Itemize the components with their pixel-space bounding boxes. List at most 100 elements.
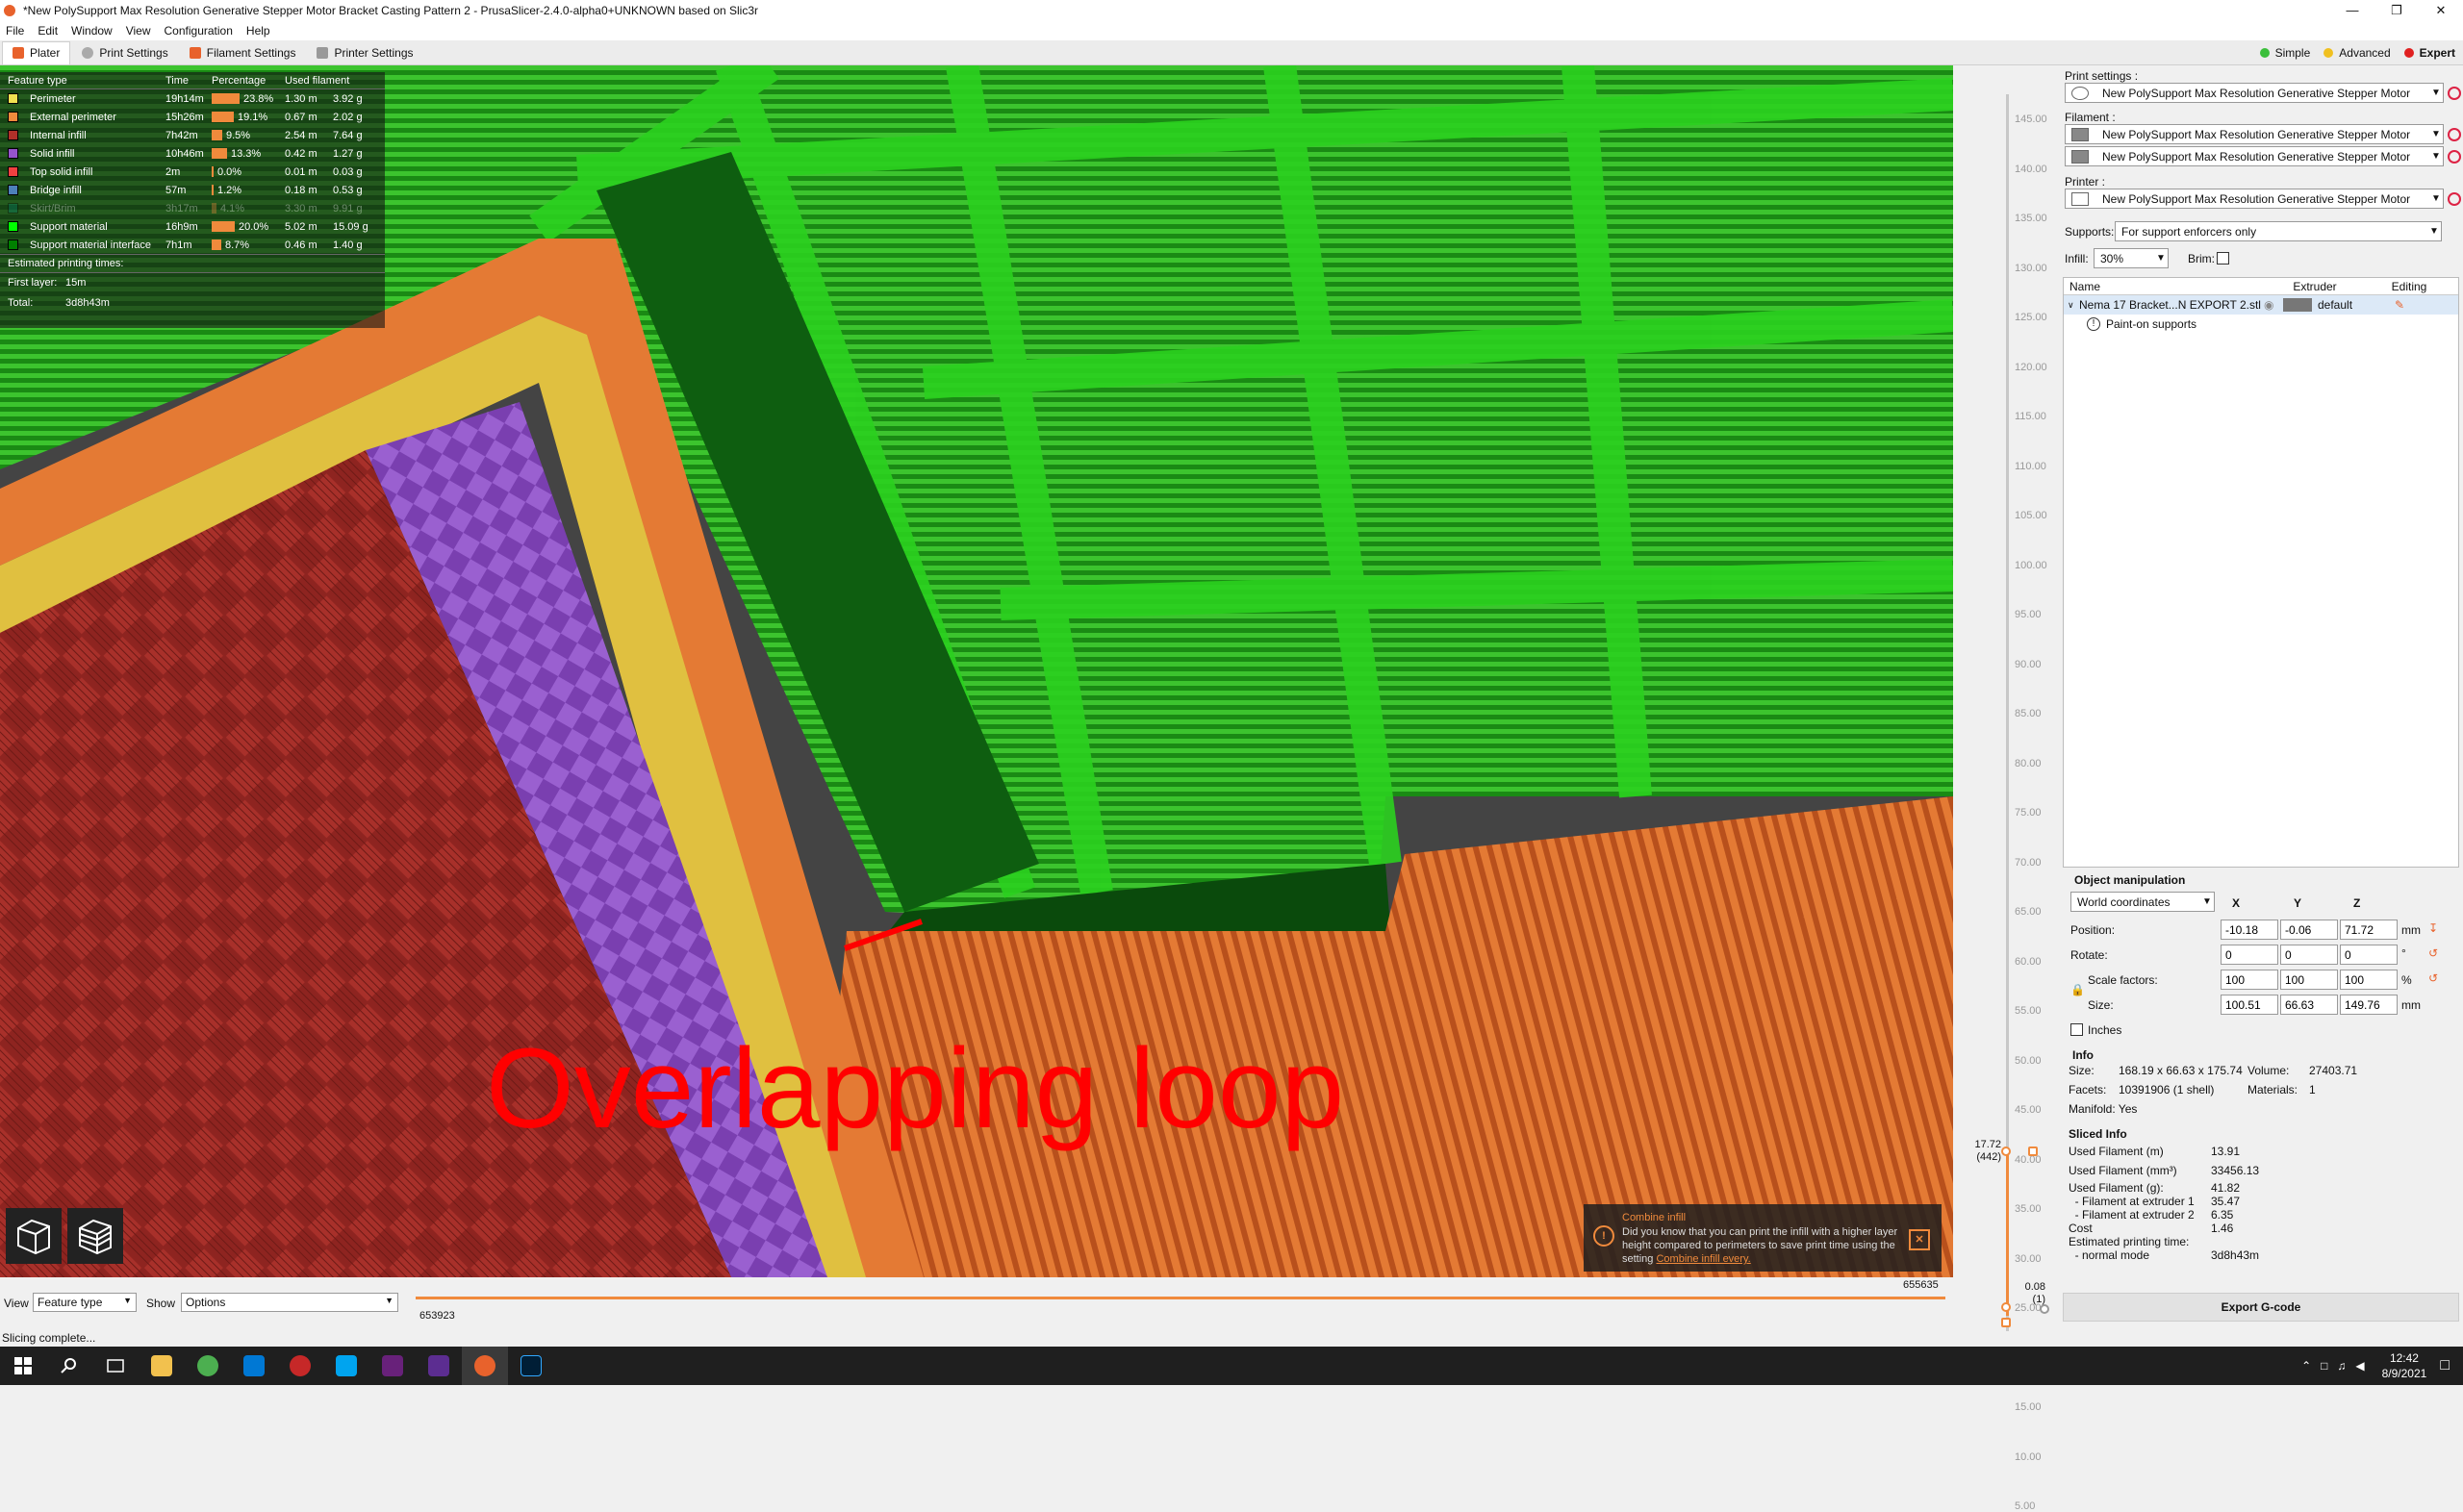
close-icon[interactable]: ✕ [2419,3,2463,18]
add-color-change-icon[interactable] [2028,1147,2038,1156]
layers-view-icon[interactable] [67,1208,123,1264]
coordinates-combo[interactable]: World coordinates ▼ [2070,892,2215,912]
minimize-icon[interactable]: — [2330,3,2374,18]
printer-combo[interactable]: New PolySupport Max Resolution Generativ… [2065,189,2444,209]
view-type-value: Feature type [38,1296,103,1309]
object-extruder[interactable]: default [2318,298,2395,312]
legend-percentage-bar [212,166,214,177]
menu-window[interactable]: Window [71,24,113,38]
position-x-input[interactable] [2221,920,2278,940]
rotate-y-input[interactable] [2280,945,2338,965]
legend-row[interactable]: Bridge infill 57m 1.2% 0.18 m 0.53 g [0,181,385,199]
rotate-z-input[interactable] [2340,945,2398,965]
legend-row[interactable]: Skirt/Brim 3h17m 4.1% 3.30 m 9.91 g [0,199,385,217]
moves-slider-rail [416,1297,1945,1299]
task-view-icon[interactable] [92,1347,139,1385]
system-tray: ⌃ □ ♫ ◀ 12:42 8/9/2021 □ [2301,1350,2463,1381]
drop-to-bed-icon[interactable]: ↧ [2428,921,2438,935]
inches-checkbox[interactable] [2070,1023,2083,1036]
app-purple-icon[interactable] [416,1347,462,1385]
brim-checkbox[interactable] [2217,252,2229,265]
reset-rotation-icon[interactable]: ↺ [2428,946,2438,960]
start-button[interactable] [0,1347,46,1385]
legend-row[interactable]: Perimeter 19h14m 23.8% 1.30 m 3.92 g [0,89,385,108]
legend-length: 0.18 m [285,184,317,196]
edit-printer-icon[interactable] [2448,192,2461,206]
mode-advanced[interactable]: Advanced [2323,46,2391,60]
legend-row[interactable]: Support material interface 7h1m 8.7% 0.46 m… [0,236,385,254]
window-title: *New PolySupport Max Resolution Generati… [23,4,759,17]
hint-link[interactable]: Combine infill every. [1656,1253,1750,1265]
reset-scale-icon[interactable]: ↺ [2428,971,2438,985]
size-y-input[interactable] [2280,995,2338,1015]
menu-edit[interactable]: Edit [38,24,58,38]
collapse-icon[interactable]: ∨ [2068,300,2079,311]
menu-help[interactable]: Help [246,24,270,38]
tray-chevron-icon[interactable]: ⌃ [2301,1359,2311,1373]
lock-icon[interactable] [2001,1318,2011,1327]
prusaslicer-taskbar-icon[interactable] [462,1347,508,1385]
photoshop-icon[interactable] [508,1347,554,1385]
filament-combo-2[interactable]: New PolySupport Max Resolution Generativ… [2065,146,2444,166]
network-icon[interactable]: □ [2321,1359,2327,1373]
notifications-icon[interactable]: □ [2440,1357,2450,1374]
position-z-input[interactable] [2340,920,2398,940]
filament-combo-1[interactable]: New PolySupport Max Resolution Generativ… [2065,124,2444,144]
edit-filament-icon[interactable] [2448,150,2461,164]
edit-print-settings-icon[interactable] [2448,87,2461,100]
legend-percentage: 9.5% [212,130,285,141]
app-cyan-icon[interactable] [323,1347,369,1385]
menu-configuration[interactable]: Configuration [165,24,233,38]
chrome-icon[interactable] [185,1347,231,1385]
object-child-row[interactable]: ! Paint-on supports [2064,315,2458,334]
legend-row[interactable]: External perimeter 15h26m 19.1% 0.67 m 2.02 … [0,108,385,126]
scale-y-input[interactable] [2280,970,2338,990]
app-red-icon[interactable] [277,1347,323,1385]
size-x-input[interactable] [2221,995,2278,1015]
mode-expert[interactable]: Expert [2403,46,2455,60]
lower-thumb[interactable] [2001,1302,2011,1312]
restore-icon[interactable]: ❐ [2374,3,2419,18]
view-type-select[interactable]: Feature type ▼ [33,1293,137,1312]
vscode-icon[interactable] [231,1347,277,1385]
close-hint-button[interactable]: ✕ [1909,1229,1930,1250]
eye-icon[interactable]: ◉ [2264,298,2283,312]
legend-row[interactable]: Solid infill 10h46m 13.3% 0.42 m 1.27 g [0,144,385,163]
menu-file[interactable]: File [6,24,24,38]
legend-row[interactable]: Top solid infill 2m 0.0% 0.01 m 0.03 g [0,163,385,181]
tab-filament-settings[interactable]: Filament Settings [180,41,306,64]
size-z-input[interactable] [2340,995,2398,1015]
legend-row[interactable]: Support material 16h9m 20.0% 5.02 m 15.09 g [0,217,385,236]
clock[interactable]: 12:42 8/9/2021 [2382,1350,2427,1381]
tab-print-settings[interactable]: Print Settings [72,41,177,64]
legend-row[interactable]: Internal infill 7h42m 9.5% 2.54 m 7.64 g [0,126,385,144]
search-icon[interactable] [46,1347,92,1385]
iso-view-icon[interactable] [6,1208,62,1264]
scale-x-input[interactable] [2221,970,2278,990]
tab-printer-settings[interactable]: Printer Settings [307,41,422,64]
cog-icon[interactable] [2040,1304,2049,1314]
layer-slider[interactable]: 145.00 140.00 135.00 130.00 125.00 120.00 115.… [1953,65,2061,1512]
tab-plater[interactable]: Plater [2,40,71,64]
language-icon[interactable]: ◀ [2355,1359,2364,1373]
object-list[interactable]: Name Extruder Editing ∨ Nema 17 Bracket.… [2063,277,2459,868]
menu-view[interactable]: View [126,24,151,38]
infill-combo[interactable]: 30% ▼ [2094,248,2169,268]
export-gcode-button[interactable]: Export G-code [2063,1293,2459,1322]
visual-studio-icon[interactable] [369,1347,416,1385]
lock-scale-icon[interactable]: 🔒 [2070,983,2085,996]
object-row[interactable]: ∨ Nema 17 Bracket...N EXPORT 2.stl ◉ def… [2064,295,2458,315]
edit-filament-icon[interactable] [2448,128,2461,141]
file-explorer-icon[interactable] [139,1347,185,1385]
mode-simple[interactable]: Simple [2259,46,2310,60]
upper-thumb[interactable] [2001,1147,2011,1156]
supports-combo[interactable]: For support enforcers only ▼ [2115,221,2442,241]
volume-icon[interactable]: ♫ [2337,1359,2346,1373]
show-options-select[interactable]: Options ▼ [181,1293,398,1312]
legend-feature-name: Solid infill [30,147,75,160]
edit-object-icon[interactable]: ✎ [2395,298,2404,312]
scale-z-input[interactable] [2340,970,2398,990]
position-y-input[interactable] [2280,920,2338,940]
print-settings-combo[interactable]: New PolySupport Max Resolution Generativ… [2065,83,2444,103]
rotate-x-input[interactable] [2221,945,2278,965]
